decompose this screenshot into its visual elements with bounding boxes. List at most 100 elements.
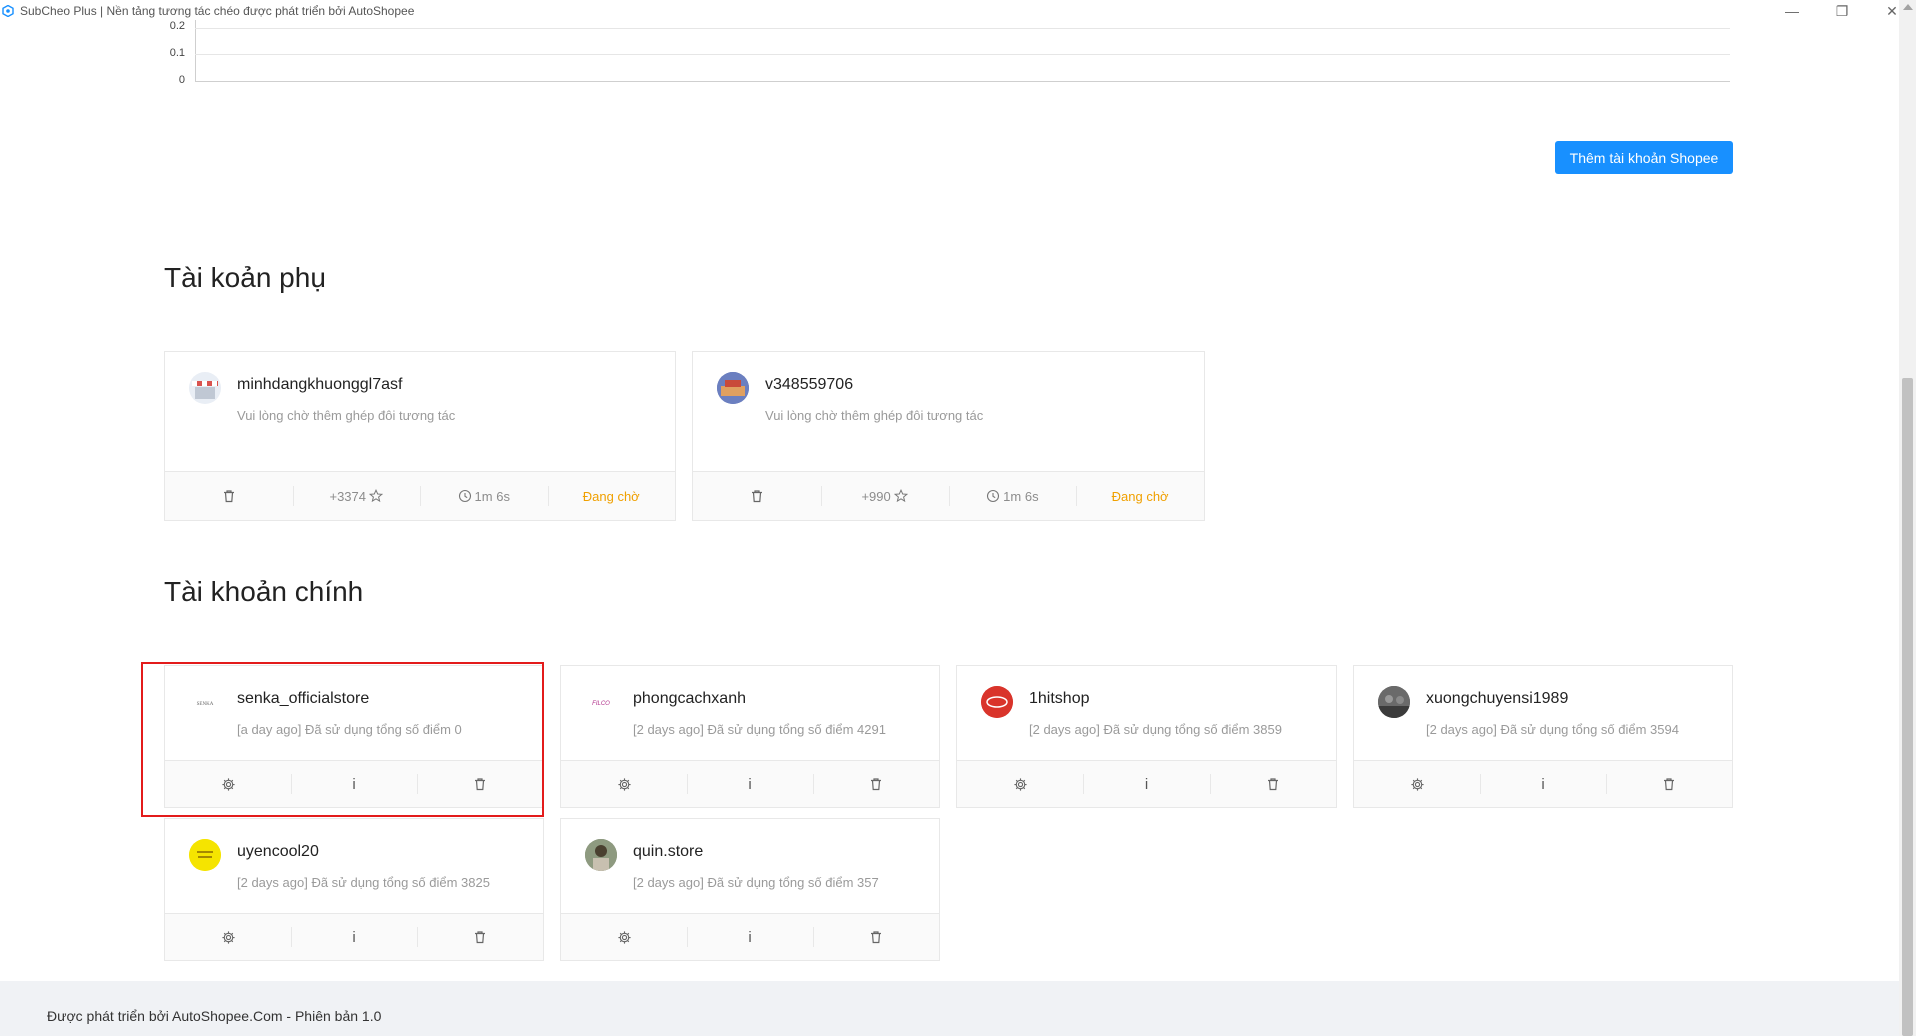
time-cell: 1m 6s [948,472,1077,520]
gear-icon [617,930,632,945]
card-actions: i [561,760,939,807]
account-name: quin.store [633,843,704,860]
card-actions: i [1354,760,1732,807]
main-account-card: uyencool20 [2 days ago] Đã sử dụng tổng … [164,818,544,961]
status-label: Đang chờ [582,488,640,504]
info-icon: i [748,775,752,793]
y-tick-label: 0.1 [169,47,185,59]
delete-button[interactable] [693,472,821,520]
info-icon: i [748,928,752,946]
star-icon [893,489,908,503]
points-cell: +3374 [292,472,421,520]
points-chart: 0.2 0.1 0 [150,20,1740,90]
info-button[interactable]: i [1480,761,1606,807]
clock-icon [458,489,472,503]
gear-icon [221,930,236,945]
account-description: [2 days ago] Đã sử dụng tổng số điểm 429… [633,722,886,737]
delete-button[interactable] [165,472,293,520]
scrollbar-thumb[interactable] [1902,378,1913,1036]
restore-button[interactable]: ❐ [1832,0,1852,22]
avatar: FILCO [585,686,617,718]
account-name: uyencool20 [237,843,319,860]
y-tick-label: 0.2 [169,20,185,32]
info-button[interactable]: i [1083,761,1209,807]
grid-line [195,54,1730,55]
status-label: Đang chờ [1111,488,1169,504]
info-icon: i [1541,775,1545,793]
window-title-bar: SubCheo Plus | Nền tảng tương tác chéo đ… [0,0,1916,22]
avatar [981,686,1013,718]
footer-text: Được phát triển bởi AutoShopee.Com - Phi… [47,1008,382,1024]
add-shopee-account-button[interactable]: Thêm tài khoản Shopee [1555,141,1733,174]
info-icon: i [1144,775,1149,793]
avatar [585,839,617,871]
trash-icon [750,489,764,503]
settings-button[interactable] [1354,761,1480,807]
card-actions: +3374 1m 6s Đang chờ [165,471,675,520]
trash-icon [869,777,883,791]
avatar [189,839,221,871]
x-axis-line [195,81,1730,82]
window-title: SubCheo Plus | Nền tảng tương tác chéo đ… [20,4,415,18]
scroll-up-arrow-icon[interactable] [1903,4,1913,10]
main-account-card: xuongchuyensi1989 [2 days ago] Đã sử dụn… [1353,665,1733,808]
clock-icon [986,489,1000,503]
time-cell: 1m 6s [420,472,548,520]
account-description: [2 days ago] Đã sử dụng tổng số điểm 357 [633,875,879,890]
settings-button[interactable] [561,914,687,960]
settings-button[interactable] [957,761,1083,807]
card-actions: i [561,913,939,960]
gear-icon [1410,777,1425,792]
delete-button[interactable] [1606,761,1732,807]
info-button[interactable]: i [291,914,417,960]
account-name: minhdangkhuonggl7asf [237,376,403,393]
y-tick-label: 0 [178,74,185,86]
app-logo-icon [2,4,14,18]
status-cell: Đang chờ [547,472,676,520]
info-icon: i [352,928,356,946]
account-description: [2 days ago] Đã sử dụng tổng số điểm 359… [1426,722,1679,737]
sub-account-card: v348559706 Vui lòng chờ thêm ghép đôi tư… [692,351,1205,521]
star-icon [369,489,383,503]
settings-button[interactable] [165,914,291,960]
account-name: phongcachxanh [633,690,746,707]
points-value: +990 [861,488,891,504]
card-actions: i [957,760,1336,807]
main-account-card: FILCO phongcachxanh [2 days ago] Đã sử d… [560,665,940,808]
main-account-card: quin.store [2 days ago] Đã sử dụng tổng … [560,818,940,961]
delete-button[interactable] [813,914,939,960]
account-name: v348559706 [765,376,854,393]
trash-icon [869,930,883,944]
delete-button[interactable] [417,914,543,960]
delete-button[interactable] [813,761,939,807]
account-name: 1hitshop [1029,690,1090,707]
account-description: [2 days ago] Đã sử dụng tổng số điểm 385… [1029,722,1282,737]
trash-icon [1662,777,1676,791]
page-footer: Được phát triển bởi AutoShopee.Com - Phi… [0,981,1899,1036]
status-cell: Đang chờ [1076,472,1204,520]
avatar-text: FILCO [592,701,610,707]
delete-button[interactable] [1209,761,1336,807]
account-description: [2 days ago] Đã sử dụng tổng số điểm 382… [237,875,490,890]
info-button[interactable]: i [687,761,813,807]
avatar [189,372,221,404]
y-axis-line [195,20,196,82]
selection-highlight-box [141,662,544,817]
sub-account-card: minhdangkhuonggl7asf Vui lòng chờ thêm g… [164,351,676,521]
main-account-card: 1hitshop [2 days ago] Đã sử dụng tổng số… [956,665,1337,808]
vertical-scrollbar[interactable] [1899,0,1916,1036]
account-name: xuongchuyensi1989 [1426,690,1569,707]
time-value: 1m 6s [1003,488,1039,504]
trash-icon [1266,777,1280,791]
settings-button[interactable] [561,761,687,807]
gear-icon [1013,777,1028,792]
main-accounts-title: Tài khoản chính [164,576,364,607]
time-value: 1m 6s [474,488,510,504]
info-button[interactable]: i [687,914,813,960]
gear-icon [617,777,632,792]
grid-line [195,28,1730,29]
minimize-button[interactable]: — [1782,0,1802,22]
trash-icon [473,930,487,944]
points-cell: +990 [820,472,949,520]
card-actions: i [165,913,543,960]
